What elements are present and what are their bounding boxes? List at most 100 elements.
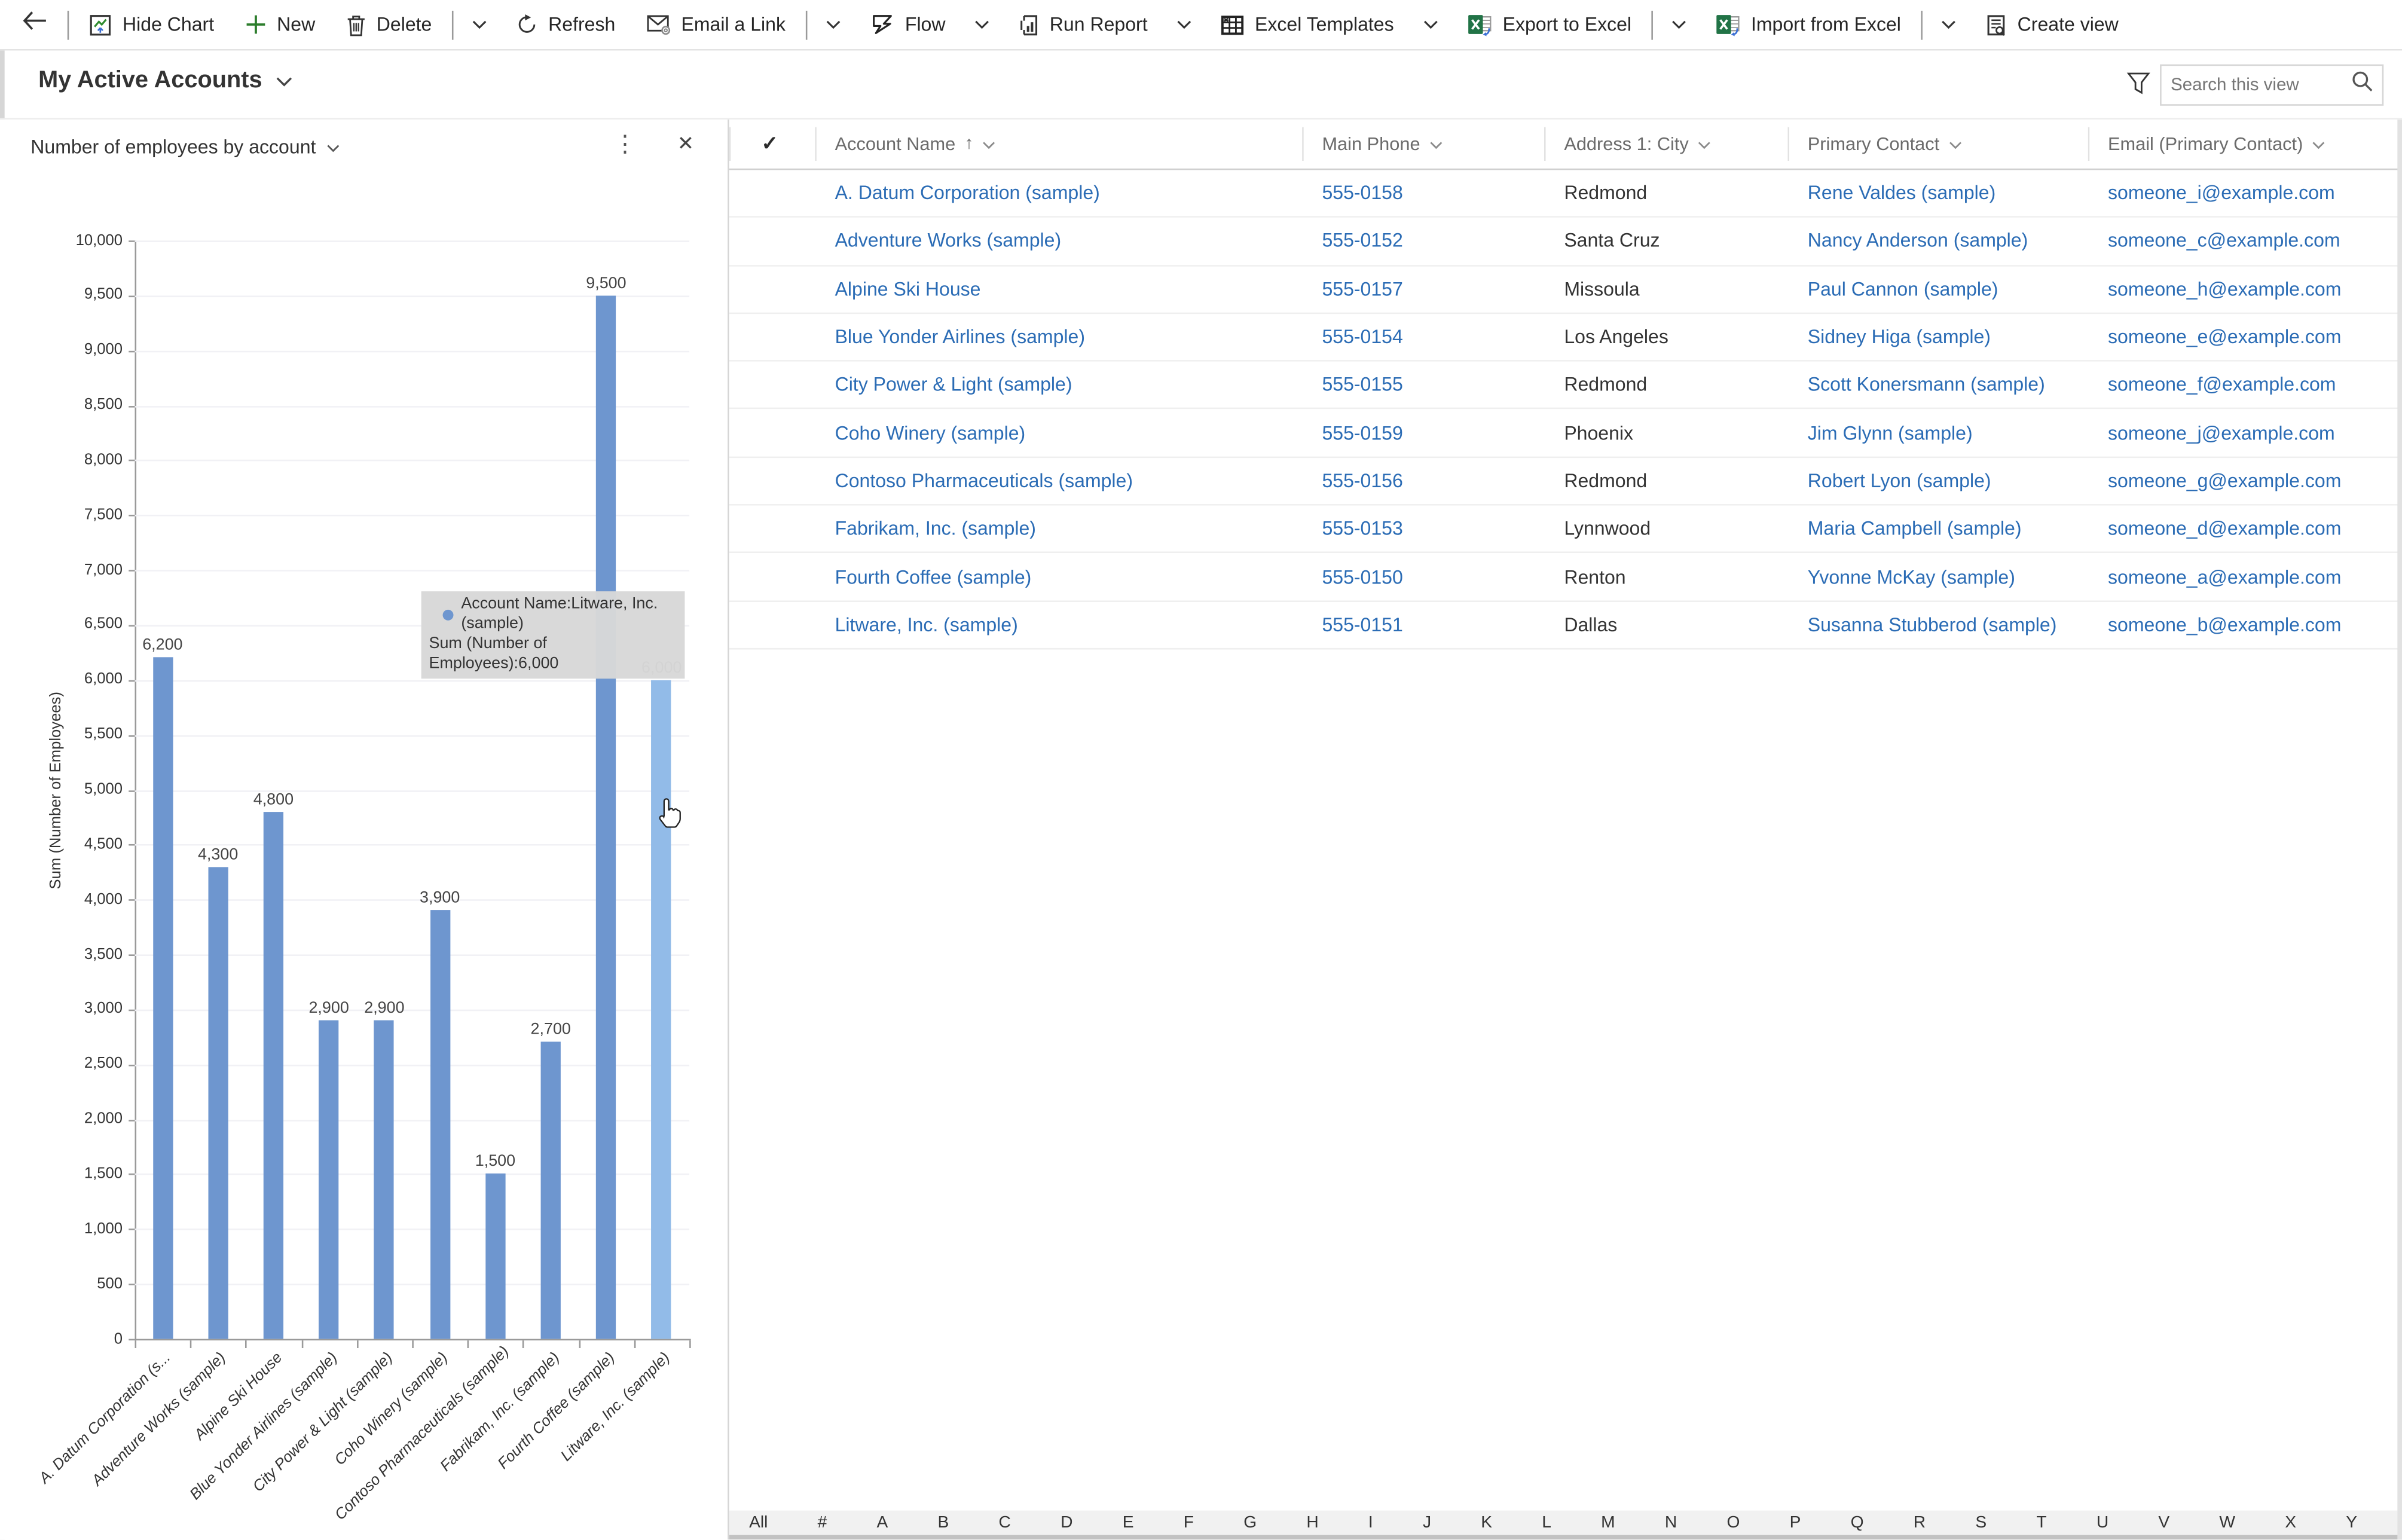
email-link[interactable]: someone_e@example.com [2108,326,2341,348]
chart-more-commands-icon[interactable]: ⋮ [611,130,638,158]
account-name-link[interactable]: A. Datum Corporation (sample) [835,182,1100,204]
table-row[interactable]: Blue Yonder Airlines (sample) 555-0154 Los… [729,314,2402,362]
main-phone-link[interactable]: 555-0150 [1322,566,1402,588]
account-name-link[interactable]: City Power & Light (sample) [835,374,1072,396]
email-link[interactable]: someone_j@example.com [2108,422,2335,444]
table-row[interactable]: Adventure Works (sample) 555-0152 Santa Cr… [729,218,2402,266]
chevron-down-icon[interactable] [812,0,855,49]
primary-contact-link[interactable]: Robert Lyon (sample) [1808,470,1991,491]
chart-bar[interactable] [430,910,450,1339]
main-phone-link[interactable]: 555-0153 [1322,518,1402,540]
jump-letter-v[interactable]: V [2158,1514,2169,1532]
chart-close-icon[interactable]: ✕ [677,132,694,156]
chevron-down-icon[interactable] [961,0,1004,49]
table-row[interactable]: Alpine Ski House 555-0157 Missoula Paul Can… [729,265,2402,314]
column-header-primary-contact[interactable]: Primary Contact [1787,120,2088,169]
primary-contact-link[interactable]: Paul Cannon (sample) [1808,279,1998,300]
primary-contact-link[interactable]: Scott Konersmann (sample) [1808,374,2045,396]
filter-button[interactable] [2126,72,2151,102]
create-view-button[interactable]: Create view [1970,0,2134,49]
account-name-link[interactable]: Blue Yonder Airlines (sample) [835,326,1085,348]
jump-letter-j[interactable]: J [1423,1514,1431,1532]
column-header-email[interactable]: Email (Primary Contact) [2088,120,2402,169]
jump-letter-s[interactable]: S [1975,1514,1987,1532]
hide-chart-button[interactable]: Hide Chart [74,0,230,49]
excel-templates-button[interactable]: Excel Templates [1206,0,1409,49]
chart-bar[interactable] [652,680,672,1339]
chart-bar[interactable] [374,1020,395,1339]
jump-letter-p[interactable]: P [1790,1514,1801,1532]
main-phone-link[interactable]: 555-0152 [1322,230,1402,252]
main-phone-link[interactable]: 555-0157 [1322,279,1402,300]
account-name-link[interactable]: Coho Winery (sample) [835,422,1026,444]
main-phone-link[interactable]: 555-0156 [1322,470,1402,491]
account-name-link[interactable]: Contoso Pharmaceuticals (sample) [835,470,1133,491]
table-row[interactable]: Fabrikam, Inc. (sample) 555-0153 Lynnwood M… [729,505,2402,554]
run-report-button[interactable]: Run Report [1004,0,1163,49]
primary-contact-link[interactable]: Yvonne McKay (sample) [1808,566,2015,588]
jump-letter-t[interactable]: T [2036,1514,2046,1532]
jump-letter-r[interactable]: R [1914,1514,1926,1532]
chart-selector[interactable]: Number of employees by account [30,136,340,158]
email-link[interactable]: someone_b@example.com [2108,614,2341,635]
primary-contact-link[interactable]: Rene Valdes (sample) [1808,182,1996,204]
email-link[interactable]: someone_f@example.com [2108,374,2336,396]
account-name-link[interactable]: Litware, Inc. (sample) [835,614,1018,635]
table-row[interactable]: Contoso Pharmaceuticals (sample) 555-0156… [729,457,2402,506]
jump-letter-n[interactable]: N [1665,1514,1677,1532]
email-a-link-button[interactable]: Email a Link [631,0,801,49]
export-to-excel-button[interactable]: Export to Excel [1452,0,1647,49]
account-name-link[interactable]: Fabrikam, Inc. (sample) [835,518,1036,540]
primary-contact-link[interactable]: Susanna Stubberod (sample) [1808,614,2057,635]
chevron-down-icon[interactable] [1927,0,1970,49]
jump-letter-b[interactable]: B [938,1514,949,1532]
import-from-excel-button[interactable]: Import from Excel [1700,0,1916,49]
search-icon[interactable] [2351,71,2373,100]
delete-button[interactable]: Delete [331,0,447,49]
jump-letter-g[interactable]: G [1243,1514,1257,1532]
refresh-button[interactable]: Refresh [501,0,631,49]
main-phone-link[interactable]: 555-0154 [1322,326,1402,348]
jump-letter-hash[interactable]: # [818,1514,827,1532]
email-link[interactable]: someone_i@example.com [2108,182,2335,204]
primary-contact-link[interactable]: Jim Glynn (sample) [1808,422,1973,444]
chevron-down-icon[interactable] [1658,0,1701,49]
jump-letter-f[interactable]: F [1184,1514,1194,1532]
primary-contact-link[interactable]: Sidney Higa (sample) [1808,326,1991,348]
jump-letter-c[interactable]: C [999,1514,1011,1532]
main-phone-link[interactable]: 555-0158 [1322,182,1402,204]
table-row[interactable]: City Power & Light (sample) 555-0155 Redmo… [729,362,2402,410]
flow-button[interactable]: Flow [854,0,961,49]
chart-bar[interactable] [540,1042,561,1339]
chart-bar[interactable] [152,658,173,1339]
chart-bar[interactable] [263,811,284,1339]
primary-contact-link[interactable]: Nancy Anderson (sample) [1808,230,2028,252]
search-input[interactable] [2171,75,2352,94]
chart-bar[interactable] [596,295,616,1339]
primary-contact-link[interactable]: Maria Campbell (sample) [1808,518,2022,540]
account-name-link[interactable]: Fourth Coffee (sample) [835,566,1032,588]
jump-letter-d[interactable]: D [1061,1514,1072,1532]
jump-letter-a[interactable]: A [877,1514,888,1532]
email-link[interactable]: someone_a@example.com [2108,566,2341,588]
chevron-down-icon[interactable] [458,0,501,49]
email-link[interactable]: someone_g@example.com [2108,470,2341,491]
main-phone-link[interactable]: 555-0151 [1322,614,1402,635]
main-phone-link[interactable]: 555-0159 [1322,422,1402,444]
jump-letter-w[interactable]: W [2219,1514,2235,1532]
jump-letter-e[interactable]: E [1123,1514,1134,1532]
email-link[interactable]: someone_c@example.com [2108,230,2340,252]
email-link[interactable]: someone_d@example.com [2108,518,2341,540]
jump-letter-i[interactable]: I [1368,1514,1373,1532]
jump-letter-x[interactable]: X [2285,1514,2296,1532]
jump-letter-y[interactable]: Y [2346,1514,2357,1532]
jump-letter-q[interactable]: Q [1851,1514,1864,1532]
chart-bar[interactable] [207,866,228,1339]
main-phone-link[interactable]: 555-0155 [1322,374,1402,396]
chart-bar[interactable] [319,1020,339,1339]
select-all-checkbox[interactable]: ✓ [729,120,815,169]
table-row[interactable]: A. Datum Corporation (sample) 555-0158 Red… [729,170,2402,218]
column-header-city[interactable]: Address 1: City [1544,120,1787,169]
vertical-scrollbar[interactable] [2397,119,2402,1540]
table-row[interactable]: Coho Winery (sample) 555-0159 Phoenix Jim G… [729,410,2402,458]
